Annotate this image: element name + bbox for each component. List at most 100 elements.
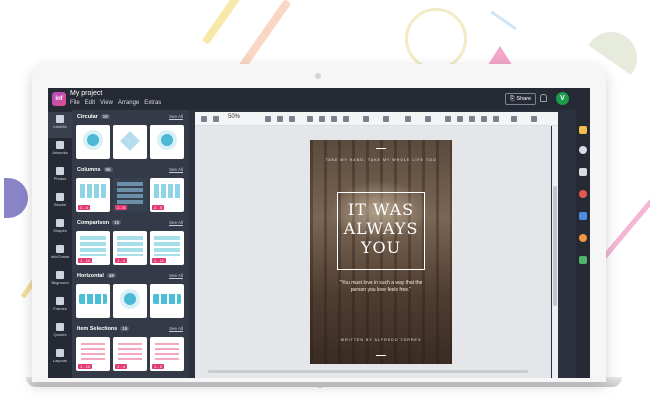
menu-view[interactable]: View bbox=[100, 100, 113, 106]
sidebar-item-infocharts[interactable]: InfoCharts bbox=[48, 242, 72, 268]
delete-icon[interactable] bbox=[289, 116, 295, 122]
fill-icon[interactable] bbox=[307, 116, 313, 122]
bell-icon[interactable] bbox=[540, 94, 547, 102]
template-thumbnail[interactable]: 1 - 5 bbox=[113, 178, 147, 212]
infokits-icon bbox=[56, 115, 64, 123]
template-thumbnail[interactable]: 2 - 4 bbox=[76, 178, 110, 212]
table-icon[interactable] bbox=[531, 116, 537, 122]
undo-icon[interactable] bbox=[201, 116, 207, 122]
section-title: Item Selections 15 bbox=[77, 326, 130, 332]
template-thumbnail[interactable] bbox=[150, 284, 184, 318]
poster-divider bbox=[376, 148, 386, 149]
template-thumbnail[interactable] bbox=[113, 284, 147, 318]
menu-bar: File Edit View Arrange Extras bbox=[70, 100, 161, 106]
sidebar-item-blocks[interactable]: Blocks bbox=[48, 190, 72, 216]
connector-icon[interactable] bbox=[383, 116, 389, 122]
flip-icon[interactable] bbox=[469, 116, 475, 122]
see-all-link[interactable]: See All bbox=[169, 326, 183, 331]
decor-semicircle bbox=[4, 178, 28, 218]
see-all-link[interactable]: See All bbox=[169, 220, 183, 225]
menu-file[interactable]: File bbox=[70, 100, 80, 106]
line-style-icon[interactable] bbox=[363, 116, 369, 122]
vertical-scrollbar[interactable] bbox=[552, 126, 558, 378]
section-count: 15 bbox=[112, 220, 122, 225]
template-thumbnail[interactable]: 1 - 4 bbox=[113, 231, 147, 265]
chat-icon[interactable] bbox=[579, 256, 587, 264]
sidebar-item-bkground[interactable]: Bkground bbox=[48, 268, 72, 294]
section-title: Columns 55 bbox=[77, 167, 113, 173]
redo-icon[interactable] bbox=[213, 116, 219, 122]
section-columns: Columns 55 See All 2 - 4 1 - 5 2 - 5 bbox=[76, 167, 184, 212]
menu-arrange[interactable]: Arrange bbox=[118, 100, 139, 106]
slide-count-badge: 2 - 4 bbox=[78, 205, 91, 210]
camera-icon bbox=[315, 73, 321, 79]
share-icon: ⎘ bbox=[510, 96, 515, 102]
brush-icon[interactable] bbox=[343, 116, 349, 122]
template-thumbnail[interactable] bbox=[113, 125, 147, 159]
template-thumbnail[interactable] bbox=[150, 125, 184, 159]
section-comparison: Comparison 15 See All 1 - 10 1 - 4 1 - 11 bbox=[76, 220, 184, 265]
distribute-icon[interactable] bbox=[493, 116, 499, 122]
fill-color-icon[interactable] bbox=[405, 116, 411, 122]
group-icon[interactable] bbox=[445, 116, 451, 122]
share-button[interactable]: ⎘ Share bbox=[505, 93, 537, 105]
zoom-select[interactable]: 50% bbox=[228, 114, 240, 120]
slide-count-badge: 1 - 4 bbox=[115, 364, 128, 369]
template-thumbnail[interactable]: 1 - 10 bbox=[76, 231, 110, 265]
rotate-icon[interactable] bbox=[481, 116, 487, 122]
paint-icon[interactable] bbox=[579, 126, 587, 134]
section-circular: Circular 19 See All bbox=[76, 114, 184, 159]
add-icon[interactable] bbox=[511, 116, 517, 122]
see-all-link[interactable]: See All bbox=[169, 167, 183, 172]
sidebar-item-layouts[interactable]: Layouts bbox=[48, 346, 72, 372]
see-all-link[interactable]: See All bbox=[169, 114, 183, 119]
color-icon[interactable] bbox=[579, 190, 587, 198]
photos-icon bbox=[56, 167, 64, 175]
poster-tagline[interactable]: TAKE MY HAND, TAKE MY WHOLE LIFE TOO bbox=[310, 158, 452, 162]
template-thumbnail[interactable]: 1 - 11 bbox=[150, 231, 184, 265]
template-thumbnail[interactable]: 1 - 5 bbox=[150, 337, 184, 371]
line-icon[interactable] bbox=[331, 116, 337, 122]
see-all-link[interactable]: See All bbox=[169, 273, 183, 278]
section-item-selections: Item Selections 15 See All 1 - 10 1 - 4 1… bbox=[76, 326, 184, 371]
poster-title[interactable]: IT WAS ALWAYS YOU bbox=[328, 200, 434, 257]
template-thumbnail[interactable]: 1 - 10 bbox=[76, 337, 110, 371]
paste-icon[interactable] bbox=[277, 116, 283, 122]
avatar[interactable]: V bbox=[556, 92, 569, 105]
artworks-icon bbox=[56, 141, 64, 149]
sidebar-item-artworks[interactable]: Artworks bbox=[48, 138, 72, 164]
decor-zigzag bbox=[485, 10, 517, 38]
sidebar-item-photos[interactable]: Photos bbox=[48, 164, 72, 190]
poster-divider bbox=[376, 355, 386, 356]
sidebar-item-frames[interactable]: Frames bbox=[48, 294, 72, 320]
editor-toolbar: 50% bbox=[195, 112, 558, 126]
search-icon[interactable] bbox=[579, 146, 587, 154]
poster-quote[interactable]: "You must love in such a way that the pe… bbox=[334, 280, 428, 293]
sidebar-item-shapes[interactable]: Shapes bbox=[48, 216, 72, 242]
pen-icon[interactable] bbox=[319, 116, 325, 122]
align-icon[interactable] bbox=[425, 116, 431, 122]
project-title[interactable]: My project bbox=[70, 90, 102, 97]
copy-icon[interactable] bbox=[265, 116, 271, 122]
sidebar-item-infokits[interactable]: InfoKits bbox=[48, 112, 72, 138]
poster-design[interactable]: TAKE MY HAND, TAKE MY WHOLE LIFE TOO IT … bbox=[310, 140, 452, 364]
horizontal-scrollbar[interactable] bbox=[208, 370, 528, 373]
layouts-icon bbox=[56, 349, 64, 357]
menu-extras[interactable]: Extras bbox=[144, 100, 161, 106]
crop-icon[interactable] bbox=[457, 116, 463, 122]
template-thumbnail[interactable]: 2 - 5 bbox=[150, 178, 184, 212]
share-label: Share bbox=[516, 96, 532, 102]
template-thumbnail[interactable] bbox=[76, 284, 110, 318]
frames-icon bbox=[56, 297, 64, 305]
template-thumbnail[interactable]: 1 - 4 bbox=[113, 337, 147, 371]
app-logo[interactable]: inf bbox=[52, 92, 66, 106]
blocks-icon bbox=[56, 193, 64, 201]
menu-edit[interactable]: Edit bbox=[85, 100, 95, 106]
note-icon[interactable] bbox=[579, 168, 587, 176]
settings-icon[interactable] bbox=[579, 234, 587, 242]
poster-author[interactable]: WRITTEN BY ALFREDO TORRES bbox=[310, 338, 452, 342]
sidebar-item-quotes[interactable]: Quotes bbox=[48, 320, 72, 346]
grid-icon[interactable] bbox=[579, 212, 587, 220]
scrollbar-thumb[interactable] bbox=[553, 186, 557, 306]
template-thumbnail[interactable] bbox=[76, 125, 110, 159]
